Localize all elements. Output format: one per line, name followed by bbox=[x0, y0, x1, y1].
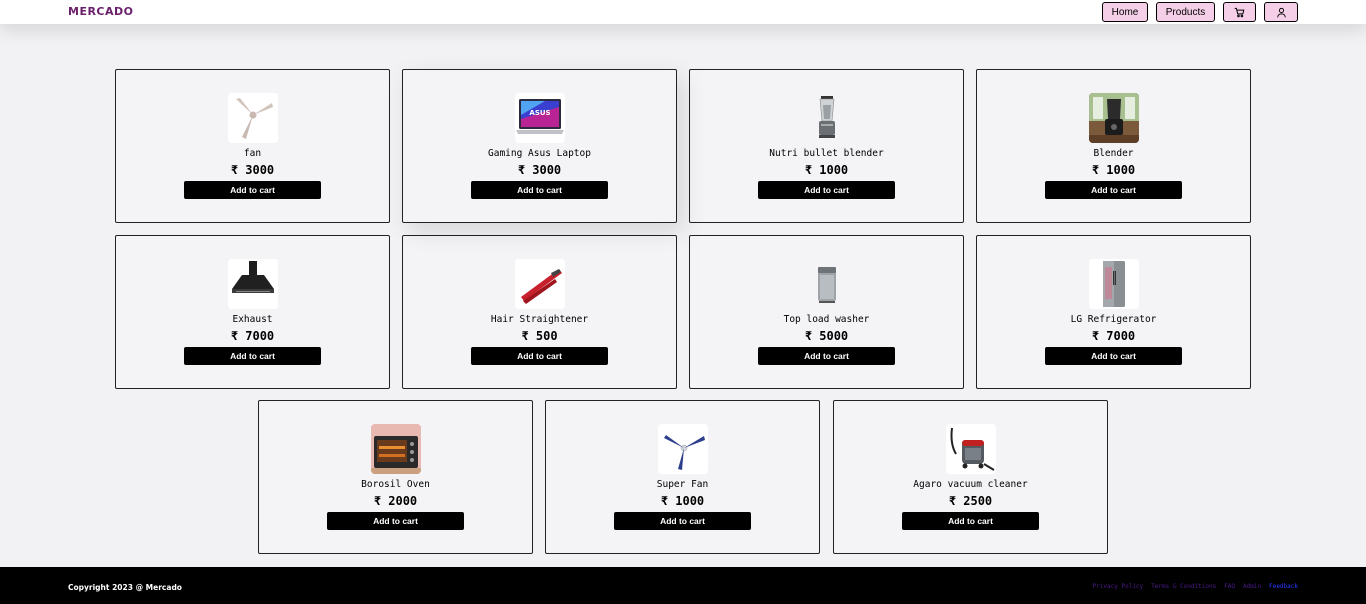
product-card: Nutri bullet blender ₹ 1000 Add to cart bbox=[689, 69, 964, 223]
product-price: ₹ 1000 bbox=[1091, 163, 1136, 177]
product-image[interactable] bbox=[371, 424, 421, 474]
product-price: ₹ 2000 bbox=[373, 494, 418, 508]
oven-icon bbox=[371, 424, 421, 474]
product-card: LG Refrigerator ₹ 7000 Add to cart bbox=[976, 235, 1251, 389]
product-image[interactable] bbox=[228, 259, 278, 309]
refrigerator-icon bbox=[1089, 259, 1139, 309]
add-to-cart-button[interactable]: Add to cart bbox=[1045, 347, 1182, 365]
home-button[interactable]: Home bbox=[1102, 2, 1148, 22]
blender-photo-icon bbox=[1089, 93, 1139, 143]
footer: Copyright 2023 @ Mercado Privacy Policy … bbox=[0, 567, 1366, 604]
product-image[interactable] bbox=[658, 424, 708, 474]
chimney-hood-icon bbox=[228, 259, 278, 309]
hair-straightener-icon bbox=[515, 259, 565, 309]
user-button[interactable] bbox=[1264, 2, 1298, 22]
add-to-cart-button[interactable]: Add to cart bbox=[184, 347, 321, 365]
add-to-cart-button[interactable]: Add to cart bbox=[758, 181, 895, 199]
product-name: Blender bbox=[1093, 148, 1134, 159]
product-name: Top load washer bbox=[783, 314, 870, 325]
add-to-cart-button[interactable]: Add to cart bbox=[902, 512, 1039, 530]
product-name: LG Refrigerator bbox=[1070, 314, 1157, 325]
product-card: Borosil Oven ₹ 2000 Add to cart bbox=[258, 400, 533, 554]
brand-logo[interactable]: MERCADO bbox=[68, 5, 134, 18]
add-to-cart-button[interactable]: Add to cart bbox=[614, 512, 751, 530]
add-to-cart-button[interactable]: Add to cart bbox=[1045, 181, 1182, 199]
faq-link[interactable]: FAQ bbox=[1224, 583, 1235, 590]
product-price: ₹ 3000 bbox=[517, 163, 562, 177]
product-image[interactable] bbox=[1089, 93, 1139, 143]
product-name: Gaming Asus Laptop bbox=[488, 148, 591, 159]
product-price: ₹ 1000 bbox=[660, 494, 705, 508]
product-card: ASUS Gaming Asus Laptop ₹ 3000 Add to ca… bbox=[402, 69, 677, 223]
footer-links: Privacy Policy Terms & Conditions FAQ Ad… bbox=[1093, 583, 1298, 590]
add-to-cart-button[interactable]: Add to cart bbox=[471, 181, 608, 199]
product-image[interactable]: ASUS bbox=[515, 93, 565, 143]
product-card: Agaro vacuum cleaner ₹ 2500 Add to cart bbox=[833, 400, 1108, 554]
product-card: Exhaust ₹ 7000 Add to cart bbox=[115, 235, 390, 389]
vacuum-cleaner-icon bbox=[946, 424, 996, 474]
product-price: ₹ 500 bbox=[521, 329, 558, 343]
product-name: Super Fan bbox=[656, 479, 709, 490]
product-price: ₹ 1000 bbox=[804, 163, 849, 177]
navbar: MERCADO Home Products bbox=[0, 0, 1366, 24]
product-card: fan ₹ 3000 Add to cart bbox=[115, 69, 390, 223]
product-price: ₹ 5000 bbox=[804, 329, 849, 343]
products-button[interactable]: Products bbox=[1156, 2, 1215, 22]
ceiling-fan-icon bbox=[228, 93, 278, 143]
product-card: Top load washer ₹ 5000 Add to cart bbox=[689, 235, 964, 389]
product-image[interactable] bbox=[228, 93, 278, 143]
product-name: Borosil Oven bbox=[361, 479, 430, 490]
add-to-cart-button[interactable]: Add to cart bbox=[327, 512, 464, 530]
product-card: Blender ₹ 1000 Add to cart bbox=[976, 69, 1251, 223]
copyright-text: Copyright 2023 @ Mercado bbox=[68, 583, 182, 592]
product-image[interactable] bbox=[802, 93, 852, 143]
product-image[interactable] bbox=[1089, 259, 1139, 309]
blender-icon bbox=[819, 96, 835, 138]
privacy-policy-link[interactable]: Privacy Policy bbox=[1093, 583, 1144, 590]
svg-text:ASUS: ASUS bbox=[529, 109, 550, 117]
product-name: Nutri bullet blender bbox=[769, 148, 884, 159]
product-name: Exhaust bbox=[232, 314, 273, 325]
product-name: Agaro vacuum cleaner bbox=[913, 479, 1028, 490]
feedback-link[interactable]: Feedback bbox=[1269, 583, 1298, 590]
admin-link[interactable]: Admin bbox=[1243, 583, 1261, 590]
product-price: ₹ 7000 bbox=[230, 329, 275, 343]
laptop-icon: ASUS bbox=[515, 93, 565, 143]
product-image[interactable] bbox=[515, 259, 565, 309]
product-card: Hair Straightener ₹ 500 Add to cart bbox=[402, 235, 677, 389]
terms-conditions-link[interactable]: Terms & Conditions bbox=[1151, 583, 1216, 590]
ceiling-fan-blue-icon bbox=[658, 424, 708, 474]
product-card: Super Fan ₹ 1000 Add to cart bbox=[545, 400, 820, 554]
add-to-cart-button[interactable]: Add to cart bbox=[471, 347, 608, 365]
add-to-cart-button[interactable]: Add to cart bbox=[184, 181, 321, 199]
product-price: ₹ 2500 bbox=[948, 494, 993, 508]
product-price: ₹ 3000 bbox=[230, 163, 275, 177]
washing-machine-icon bbox=[818, 267, 836, 303]
product-price: ₹ 7000 bbox=[1091, 329, 1136, 343]
add-to-cart-button[interactable]: Add to cart bbox=[758, 347, 895, 365]
cart-icon bbox=[1234, 7, 1245, 17]
user-icon bbox=[1276, 7, 1286, 17]
product-image[interactable] bbox=[802, 259, 852, 309]
product-name: Hair Straightener bbox=[490, 314, 589, 325]
cart-button[interactable] bbox=[1223, 2, 1256, 22]
product-image[interactable] bbox=[946, 424, 996, 474]
product-name: fan bbox=[243, 148, 262, 159]
